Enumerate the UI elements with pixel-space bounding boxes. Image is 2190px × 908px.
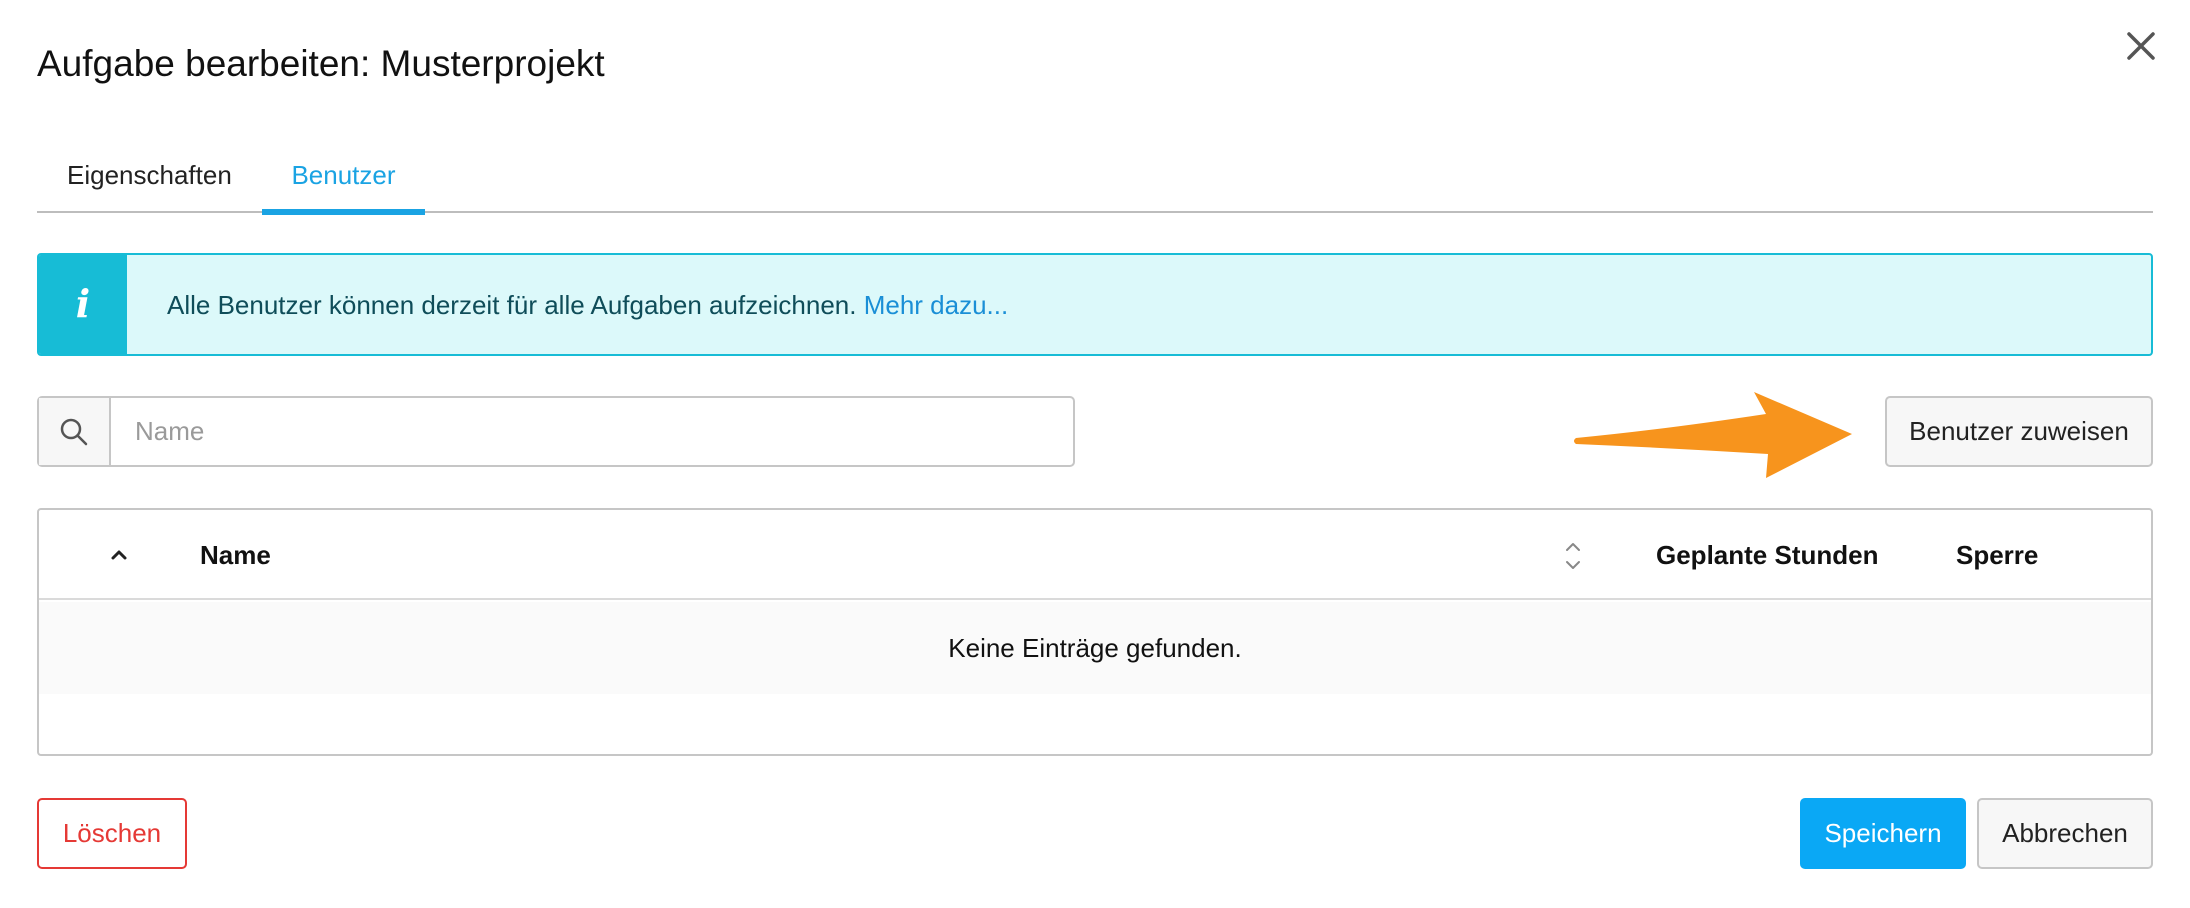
column-header-name[interactable]: Name: [200, 510, 271, 600]
info-icon-box: i: [39, 255, 127, 354]
users-table: Name Geplante Stunden Sperre Keine Eintr…: [37, 508, 2153, 756]
search-icon-box: [39, 398, 111, 465]
info-text: Alle Benutzer können derzeit für alle Au…: [167, 290, 857, 320]
save-button[interactable]: Speichern: [1800, 798, 1966, 869]
close-icon: [2127, 32, 2155, 60]
chevron-up-icon: [111, 550, 127, 560]
tab-eigenschaften[interactable]: Eigenschaften: [37, 145, 262, 213]
column-header-lock: Sperre: [1956, 540, 2039, 570]
search-icon: [60, 418, 88, 446]
delete-button[interactable]: Löschen: [37, 798, 187, 869]
sort-button[interactable]: [1552, 510, 1592, 600]
tab-bar: Eigenschaften Benutzer: [37, 145, 2153, 215]
search-input[interactable]: [113, 398, 1071, 465]
cancel-button[interactable]: Abbrechen: [1977, 798, 2153, 869]
assign-users-button[interactable]: Benutzer zuweisen: [1885, 396, 2153, 467]
search-box: [37, 396, 1075, 467]
annotation-arrow: [1574, 392, 1852, 478]
dialog-title: Aufgabe bearbeiten: Musterprojekt: [37, 43, 605, 84]
info-banner: i Alle Benutzer können derzeit für alle …: [37, 253, 2153, 356]
info-icon: i: [75, 281, 91, 326]
empty-message: Keine Einträge gefunden.: [39, 602, 2151, 694]
collapse-toggle[interactable]: [99, 510, 139, 600]
info-message: Alle Benutzer können derzeit für alle Au…: [167, 285, 1008, 325]
column-header-planned-hours: Geplante Stunden: [1656, 540, 1879, 570]
more-info-link[interactable]: Mehr dazu...: [864, 290, 1009, 320]
table-header: Name Geplante Stunden Sperre: [39, 510, 2151, 600]
sort-icon: [1566, 543, 1580, 569]
tab-benutzer[interactable]: Benutzer: [262, 145, 425, 215]
close-button[interactable]: [2123, 28, 2159, 64]
